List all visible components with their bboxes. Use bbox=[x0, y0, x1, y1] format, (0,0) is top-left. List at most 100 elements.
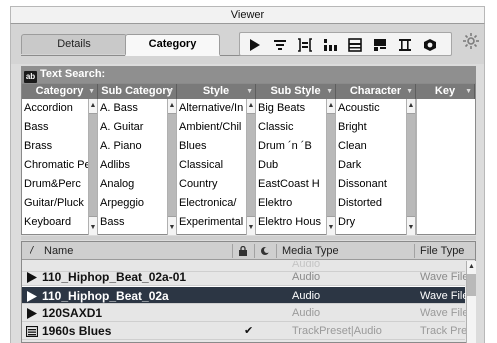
sub-category-item[interactable]: Adlibs bbox=[98, 156, 167, 174]
character-item[interactable]: Dark bbox=[336, 156, 406, 174]
sub-style-item[interactable]: EastCoast H bbox=[256, 175, 326, 193]
column-header-character[interactable]: Character ▼ bbox=[336, 84, 416, 99]
eye-icon[interactable] bbox=[421, 36, 439, 54]
category-item[interactable]: Bass bbox=[22, 118, 88, 136]
sub-category-item[interactable]: Bass bbox=[98, 213, 167, 231]
column-header-style[interactable]: Style ▼ bbox=[177, 84, 256, 99]
table-row[interactable]: 110_Hiphop_Beat_02a-01 Audio Wave File bbox=[22, 268, 466, 286]
character-item[interactable]: Dry bbox=[336, 213, 406, 231]
scrollbar-thumb[interactable] bbox=[247, 113, 255, 217]
style-item[interactable]: Experimental bbox=[177, 213, 246, 231]
file-name: 120SAXD1 bbox=[42, 306, 103, 320]
trackpreset-icon bbox=[26, 326, 38, 337]
sub-category-item[interactable]: Arpeggio bbox=[98, 194, 167, 212]
style-item[interactable]: Electronica/ bbox=[177, 194, 246, 212]
table-row[interactable]: 1960s Blues ✔ TrackPreset|Audio Track Pr… bbox=[22, 322, 466, 340]
results-scrollbar[interactable]: ▲ bbox=[466, 261, 476, 343]
sub-category-item[interactable]: A. Piano bbox=[98, 137, 167, 155]
text-search-label: Text Search: bbox=[40, 68, 106, 80]
column-header-name[interactable]: Name bbox=[44, 242, 224, 260]
sub-style-item[interactable]: Elektro Hous bbox=[256, 213, 326, 231]
chevron-down-icon[interactable]: ▼ bbox=[327, 222, 335, 234]
chevron-down-icon[interactable]: ▼ bbox=[247, 222, 255, 234]
file-type-cell: Track Prese bbox=[420, 325, 466, 337]
sub-style-item[interactable]: Dub bbox=[256, 156, 326, 174]
chevron-up-icon[interactable]: ▲ bbox=[327, 100, 335, 112]
style-item[interactable]: Country bbox=[177, 175, 246, 193]
category-item[interactable]: Brass bbox=[22, 137, 88, 155]
column-header-sub-category[interactable]: Sub Category ▼ bbox=[98, 84, 177, 99]
style-item[interactable]: Blues bbox=[177, 137, 246, 155]
chevron-up-icon[interactable]: ▲ bbox=[467, 261, 476, 273]
tab-category[interactable]: Category bbox=[125, 34, 220, 56]
text-search-bar[interactable]: ab Text Search: bbox=[21, 66, 476, 83]
column-separator bbox=[276, 244, 277, 258]
column-header-sub-style[interactable]: Sub Style ▼ bbox=[256, 84, 336, 99]
scrollbar-thumb[interactable] bbox=[327, 113, 335, 217]
character-item[interactable]: Clean bbox=[336, 137, 406, 155]
column-header-label: Sub Category bbox=[101, 85, 173, 97]
tab-details[interactable]: Details bbox=[21, 34, 127, 54]
table-icon[interactable] bbox=[396, 36, 414, 54]
chevron-up-icon[interactable]: ▲ bbox=[407, 100, 415, 112]
lock-icon[interactable] bbox=[238, 246, 248, 256]
results-list: / Name Media Type File Type Audio 110_Hi… bbox=[21, 241, 476, 343]
sort-indicator[interactable]: / bbox=[30, 242, 40, 260]
category-item[interactable]: Chromatic Pe bbox=[22, 156, 88, 174]
text-search-icon: ab bbox=[24, 71, 37, 83]
scrollbar-thumb[interactable] bbox=[407, 113, 415, 217]
category-item[interactable]: Drum&Perc bbox=[22, 175, 88, 193]
pane-splitter[interactable] bbox=[21, 236, 476, 240]
chevron-down-icon[interactable]: ▼ bbox=[407, 222, 415, 234]
character-item[interactable]: Bright bbox=[336, 118, 406, 136]
scrollbar-thumb[interactable] bbox=[168, 113, 176, 217]
sub-style-scrollbar[interactable]: ▲ ▼ bbox=[326, 99, 336, 235]
settings-gear-icon[interactable] bbox=[461, 31, 481, 51]
file-type-cell: Wave File bbox=[420, 271, 466, 283]
layout-icon[interactable] bbox=[371, 36, 389, 54]
table-row[interactable]: 120SAXD1 Audio Wave File bbox=[22, 304, 466, 322]
character-item[interactable]: Acoustic bbox=[336, 99, 406, 117]
sub-category-scrollbar[interactable]: ▲ ▼ bbox=[167, 99, 177, 235]
chevron-up-icon[interactable]: ▲ bbox=[89, 100, 97, 112]
column-separator bbox=[254, 244, 255, 258]
list-filter-icon[interactable] bbox=[271, 36, 289, 54]
character-scrollbar[interactable]: ▲ ▼ bbox=[406, 99, 416, 235]
style-item[interactable]: Classical bbox=[177, 156, 246, 174]
sub-category-item[interactable]: Analog bbox=[98, 175, 167, 193]
scrollbar-thumb[interactable] bbox=[89, 113, 97, 217]
column-header-media-type[interactable]: Media Type bbox=[282, 242, 402, 260]
chevron-down-icon[interactable]: ▼ bbox=[168, 222, 176, 234]
scrollbar-thumb[interactable] bbox=[467, 274, 476, 296]
column-header-file-type[interactable]: File Type bbox=[420, 242, 475, 260]
play-icon[interactable] bbox=[246, 36, 264, 54]
column-divider bbox=[416, 99, 417, 235]
viewer-panel: Details Category ab Text Search: Categor… bbox=[10, 24, 485, 343]
character-item[interactable]: Distorted bbox=[336, 194, 406, 212]
chevron-down-icon[interactable]: ▼ bbox=[89, 222, 97, 234]
category-item[interactable]: Accordion bbox=[22, 99, 88, 117]
sub-style-item[interactable]: Big Beats bbox=[256, 99, 326, 117]
sub-style-item[interactable]: Elektro bbox=[256, 194, 326, 212]
sub-style-item[interactable]: Classic bbox=[256, 118, 326, 136]
chevron-down-icon: ▼ bbox=[326, 88, 333, 95]
sub-category-item[interactable]: A. Guitar bbox=[98, 118, 167, 136]
moon-icon[interactable] bbox=[260, 246, 270, 256]
table-row-selected[interactable]: 110_Hiphop_Beat_02a Audio Wave File bbox=[22, 286, 466, 304]
column-header-category[interactable]: Category ▼ bbox=[22, 84, 98, 99]
character-item[interactable]: Dissonant bbox=[336, 175, 406, 193]
sub-style-item[interactable]: Drum ´n ´B bbox=[256, 137, 326, 155]
style-item[interactable]: Alternative/In bbox=[177, 99, 246, 117]
style-scrollbar[interactable]: ▲ ▼ bbox=[246, 99, 256, 235]
category-item[interactable]: Guitar/Pluck bbox=[22, 194, 88, 212]
chevron-up-icon[interactable]: ▲ bbox=[168, 100, 176, 112]
chevron-up-icon[interactable]: ▲ bbox=[247, 100, 255, 112]
category-scrollbar[interactable]: ▲ ▼ bbox=[88, 99, 98, 235]
style-item[interactable]: Ambient/Chil bbox=[177, 118, 246, 136]
column-header-key[interactable]: Key ▼ bbox=[416, 84, 475, 99]
columns-icon[interactable] bbox=[321, 36, 339, 54]
grid-icon[interactable] bbox=[346, 36, 364, 54]
category-item[interactable]: Keyboard bbox=[22, 213, 88, 231]
sub-category-item[interactable]: A. Bass bbox=[98, 99, 167, 117]
bracket-list-icon[interactable] bbox=[296, 36, 314, 54]
